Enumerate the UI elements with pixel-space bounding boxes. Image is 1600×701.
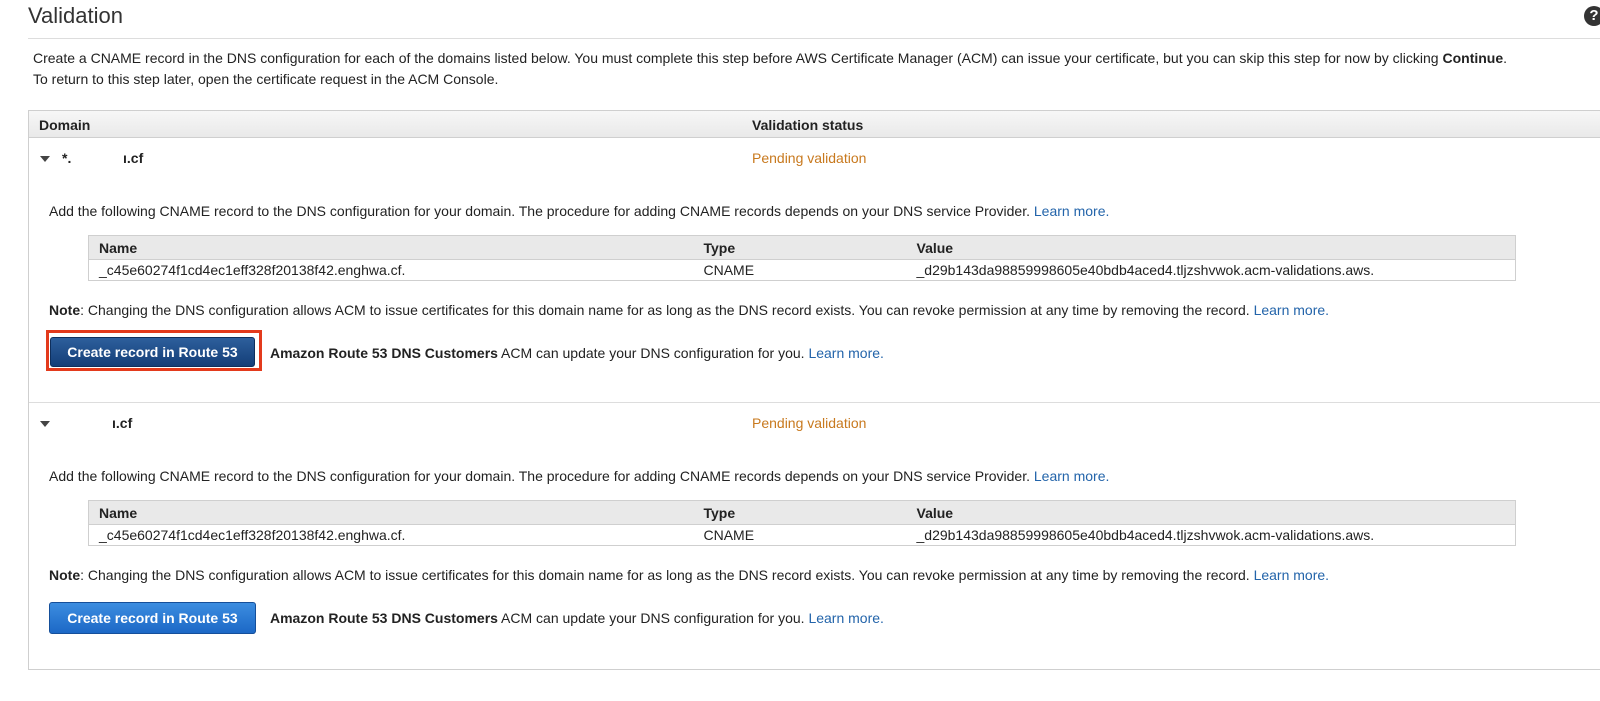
- note-learn-more-link[interactable]: Learn more.: [1254, 302, 1329, 318]
- route53-info: Amazon Route 53 DNS Customers ACM can up…: [270, 345, 884, 361]
- title-divider: [28, 38, 1600, 39]
- status-pending: Pending validation: [752, 150, 867, 166]
- caret-down-icon[interactable]: [40, 421, 50, 427]
- cname-value-header: Value: [906, 500, 1516, 525]
- note-text: Note: Changing the DNS configuration all…: [49, 567, 1329, 583]
- domain-row: *. ı.cf Pending validation Add the follo…: [29, 139, 1600, 403]
- instructions-text: Add the following CNAME record to the DN…: [49, 468, 1034, 484]
- route53-customers-label: Amazon Route 53 DNS Customers: [270, 610, 498, 626]
- status-column-header: Validation status: [752, 117, 864, 133]
- route53-info-text: ACM can update your DNS configuration fo…: [497, 610, 809, 626]
- create-record-route53-button[interactable]: Create record in Route 53: [49, 602, 256, 634]
- table-row: _c45e60274f1cd4ec1eff328f20138f42.enghwa…: [89, 525, 1516, 546]
- cname-type-cell: CNAME: [703, 262, 755, 278]
- cname-instructions: Add the following CNAME record to the DN…: [49, 203, 1109, 219]
- cname-type-header: Type: [693, 500, 907, 525]
- create-record-route53-button[interactable]: Create record in Route 53: [50, 337, 255, 367]
- cname-type-cell: CNAME: [703, 527, 755, 543]
- cname-type-header: Type: [693, 235, 907, 260]
- domain-name: ı.cf: [123, 150, 144, 166]
- note-body: : Changing the DNS configuration allows …: [80, 302, 1254, 318]
- table-row: _c45e60274f1cd4ec1eff328f20138f42.enghwa…: [89, 260, 1516, 281]
- intro-return-sentence: To return to this step later, open the c…: [33, 71, 499, 87]
- caret-down-icon[interactable]: [40, 156, 50, 162]
- cname-value-cell: _d29b143da98859998605e40bdb4aced4.tljzsh…: [916, 262, 1375, 278]
- intro-continue-label: Continue: [1442, 50, 1504, 66]
- cname-name-cell: _c45e60274f1cd4ec1eff328f20138f42.enghwa…: [99, 527, 406, 543]
- cname-record-table: Name Type Value _c45e60274f1cd4ec1eff328…: [88, 235, 1516, 281]
- intro-period: .: [1503, 50, 1508, 66]
- route53-learn-more-link[interactable]: Learn more.: [808, 345, 883, 361]
- cname-value-cell: _d29b143da98859998605e40bdb4aced4.tljzsh…: [916, 527, 1375, 543]
- learn-more-link[interactable]: Learn more.: [1034, 468, 1109, 484]
- instructions-text: Add the following CNAME record to the DN…: [49, 203, 1034, 219]
- route53-info: Amazon Route 53 DNS Customers ACM can up…: [270, 610, 884, 626]
- validation-table: Domain Validation status *. ı.cf Pending…: [28, 110, 1600, 670]
- cname-value-header: Value: [906, 235, 1516, 260]
- cname-instructions: Add the following CNAME record to the DN…: [49, 468, 1109, 484]
- note-text: Note: Changing the DNS configuration all…: [49, 302, 1329, 318]
- domain-name: ı.cf: [112, 415, 133, 431]
- route53-info-text: ACM can update your DNS configuration fo…: [497, 345, 809, 361]
- cname-name-header: Name: [88, 500, 694, 525]
- learn-more-link[interactable]: Learn more.: [1034, 203, 1109, 219]
- note-label: Note: [49, 567, 81, 583]
- cname-name-header: Name: [88, 235, 694, 260]
- route53-learn-more-link[interactable]: Learn more.: [808, 610, 883, 626]
- intro-text: Create a CNAME record in the DNS configu…: [33, 48, 1598, 90]
- table-header: Domain Validation status: [29, 111, 1600, 138]
- domain-row: ı.cf Pending validation Add the followin…: [29, 404, 1600, 670]
- intro-sentence: Create a CNAME record in the DNS configu…: [33, 50, 1443, 66]
- note-label: Note: [49, 302, 81, 318]
- note-body: : Changing the DNS configuration allows …: [80, 567, 1254, 583]
- route53-customers-label: Amazon Route 53 DNS Customers: [270, 345, 498, 361]
- cname-name-cell: _c45e60274f1cd4ec1eff328f20138f42.enghwa…: [99, 262, 406, 278]
- cname-record-table: Name Type Value _c45e60274f1cd4ec1eff328…: [88, 500, 1516, 546]
- domain-name-prefix: *.: [62, 150, 72, 166]
- note-learn-more-link[interactable]: Learn more.: [1254, 567, 1329, 583]
- domain-column-header: Domain: [39, 117, 91, 133]
- page-title: Validation: [28, 3, 123, 28]
- question-circle-icon[interactable]: ?: [1584, 6, 1600, 26]
- status-pending: Pending validation: [752, 415, 867, 431]
